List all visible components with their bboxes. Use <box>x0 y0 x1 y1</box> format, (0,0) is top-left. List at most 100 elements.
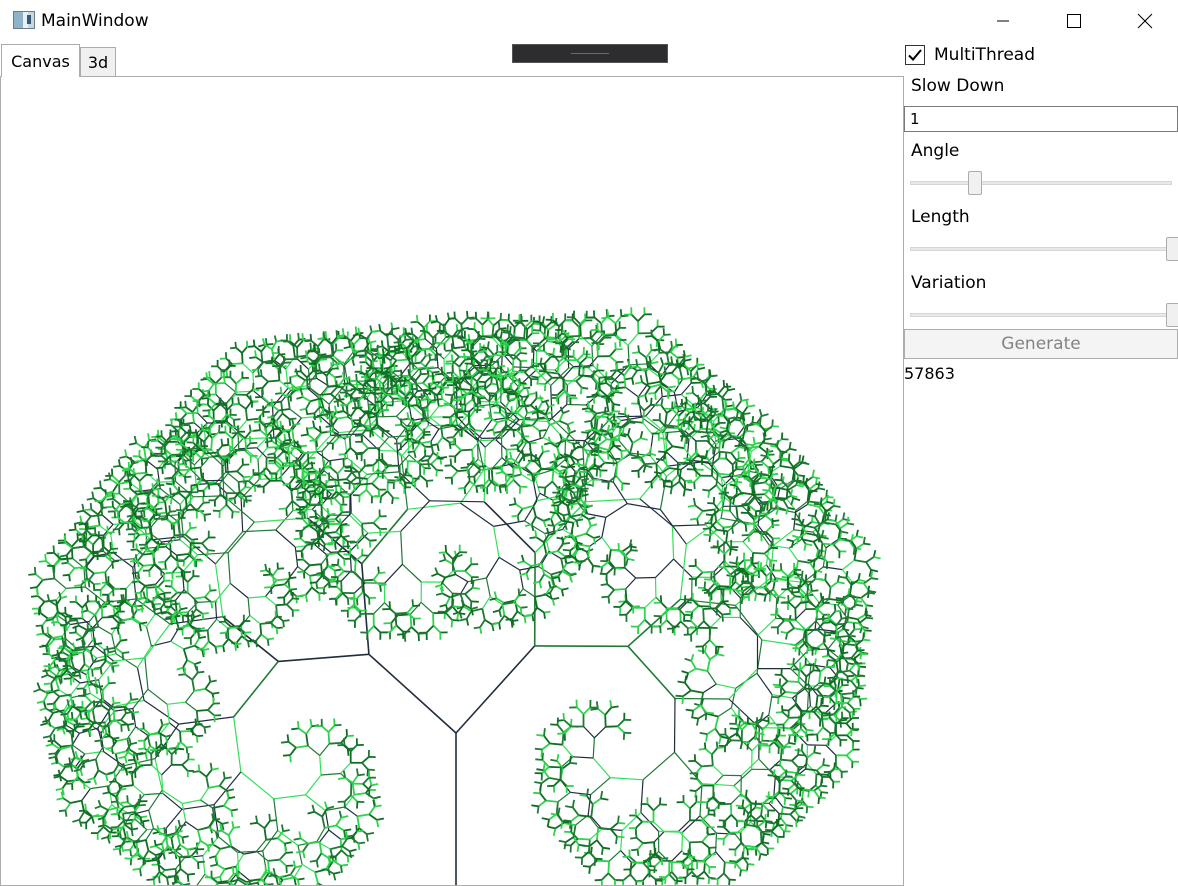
leaf-segment <box>255 387 263 390</box>
leaf-segment <box>306 370 314 379</box>
leaf-segment <box>509 397 517 401</box>
leaf-segment <box>517 463 523 475</box>
drag-grip[interactable] <box>512 44 668 63</box>
leaf-segment <box>376 344 379 352</box>
leaf-segment <box>186 508 198 511</box>
branch-segment <box>247 597 251 616</box>
leaf-segment <box>403 634 407 642</box>
branch-segment <box>702 683 717 694</box>
leaf-segment <box>113 764 120 773</box>
leaf-segment <box>159 608 163 615</box>
maximize-button[interactable] <box>1045 0 1103 42</box>
leaf-segment <box>254 350 257 358</box>
branch-segment <box>148 810 154 829</box>
leaf-segment <box>84 508 92 511</box>
leaf-segment <box>151 483 154 490</box>
leaf-segment <box>378 571 386 574</box>
leaf-segment <box>206 630 210 642</box>
leaf-segment <box>185 406 194 413</box>
leaf-segment <box>282 619 290 622</box>
leaf-segment <box>278 408 290 412</box>
leaf-segment <box>559 433 563 441</box>
leaf-segment <box>281 824 284 832</box>
title-bar[interactable]: MainWindow <box>0 0 1178 42</box>
leaf-segment <box>183 442 186 454</box>
leaf-segment <box>91 491 95 499</box>
leaf-segment <box>315 860 319 868</box>
leaf-segment <box>201 397 209 400</box>
leaf-segment <box>87 572 95 582</box>
leaf-segment <box>319 493 323 501</box>
leaf-segment <box>297 332 300 340</box>
leaf-segment <box>168 505 171 512</box>
leaf-segment <box>309 581 317 584</box>
leaf-segment <box>410 404 418 407</box>
leaf-segment <box>184 527 192 536</box>
branch-segment <box>185 690 195 703</box>
leaf-segment <box>300 837 309 845</box>
branch-segment <box>361 563 370 655</box>
leaf-segment <box>383 622 392 625</box>
leaf-segment <box>457 612 466 615</box>
leaf-segment <box>36 587 39 595</box>
leaf-segment <box>435 592 443 596</box>
leaf-segment <box>46 702 54 706</box>
leaf-segment <box>488 395 491 402</box>
leaf-segment <box>458 359 466 368</box>
leaf-segment <box>122 594 126 602</box>
leaf-segment <box>546 527 550 536</box>
leaf-segment <box>233 825 241 829</box>
leaf-segment <box>131 711 140 714</box>
drawing-canvas[interactable] <box>0 76 904 886</box>
tab-canvas[interactable]: Canvas <box>1 44 80 77</box>
leaf-segment <box>131 698 139 701</box>
tab-3d[interactable]: 3d <box>80 47 116 76</box>
leaf-segment <box>110 747 114 755</box>
branch-segment <box>483 501 536 554</box>
leaf-segment <box>360 482 373 486</box>
leaf-segment <box>170 591 178 599</box>
leaf-segment <box>300 370 308 379</box>
leaf-segment <box>287 397 291 410</box>
leaf-segment <box>479 627 483 634</box>
leaf-segment <box>89 643 97 653</box>
leaf-segment <box>341 328 345 336</box>
leaf-segment <box>400 418 403 425</box>
leaf-segment <box>172 478 175 485</box>
leaf-segment <box>100 805 109 811</box>
close-button[interactable] <box>1116 0 1174 42</box>
leaf-segment <box>124 500 132 503</box>
leaf-segment <box>150 753 153 765</box>
leaf-segment <box>155 466 163 470</box>
leaf-segment <box>172 616 176 624</box>
leaf-segment <box>34 573 44 581</box>
branch-segment <box>642 751 675 781</box>
branch-segment <box>145 626 152 647</box>
leaf-segment <box>523 402 529 414</box>
leaf-segment <box>537 416 545 420</box>
leaf-segment <box>481 608 486 621</box>
leaf-segment <box>124 768 129 776</box>
leaf-segment <box>328 579 336 583</box>
leaf-segment <box>209 762 213 770</box>
leaf-segment <box>136 492 149 496</box>
leaf-segment <box>335 824 345 832</box>
leaf-segment <box>177 819 181 827</box>
leaf-segment <box>124 823 133 831</box>
leaf-segment <box>183 667 187 675</box>
leaf-segment <box>236 635 243 643</box>
leaf-segment <box>444 573 456 579</box>
leaf-segment <box>326 484 339 488</box>
leaf-segment <box>342 534 350 539</box>
branch-segment <box>671 525 675 560</box>
branch-segment <box>557 791 571 803</box>
minimize-button[interactable] <box>974 0 1032 42</box>
branch-segment <box>166 704 170 723</box>
leaf-segment <box>136 497 140 505</box>
leaf-segment <box>201 613 205 621</box>
leaf-segment <box>379 585 382 592</box>
leaf-segment <box>548 403 555 409</box>
leaf-segment <box>372 572 380 581</box>
leaf-segment <box>105 772 113 776</box>
leaf-segment <box>221 823 225 831</box>
